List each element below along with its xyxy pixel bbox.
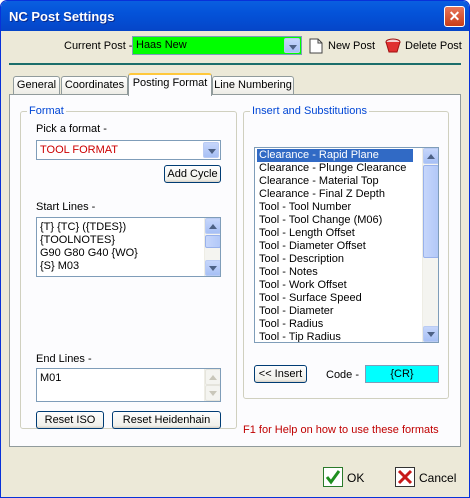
insert-substitutions-group: Insert and Substitutions Clearance - Rap… [243,105,449,399]
pick-format-label: Pick a format - [36,123,107,135]
ok-button[interactable]: OK [323,467,365,487]
tab-line-numbering[interactable]: Line Numbering [212,76,294,95]
reset-iso-button[interactable]: Reset ISO [36,411,104,429]
scroll-thumb[interactable] [205,235,220,248]
scroll-up-icon[interactable] [205,369,220,385]
scroll-down-icon[interactable] [205,260,220,276]
new-post-label: New Post [328,40,376,52]
list-item[interactable]: Tool - Surface Speed [257,292,413,305]
list-item[interactable]: Tool - Radius [257,318,413,331]
close-button[interactable]: ✕ [444,6,465,27]
start-line: {T} {TC} ({TDES}) [40,221,127,233]
help-text: F1 for Help on how to use these formats [243,424,439,436]
list-item[interactable]: Clearance - Material Top [257,175,413,188]
format-group: Format Pick a format - TOOL FORMAT Add C… [20,105,237,429]
start-line: {S} M03 [40,260,80,272]
list-item[interactable]: Clearance - Final Z Depth [257,188,413,201]
ok-label: OK [347,471,365,485]
start-lines-textarea[interactable]: {T} {TC} ({TDES}) {TOOLNOTES} G90 G80 G4… [36,217,221,277]
scroll-thumb[interactable] [423,165,438,258]
substitutions-list[interactable]: Clearance - Rapid Plane Clearance - Plun… [254,147,439,343]
cancel-button[interactable]: Cancel [395,467,457,487]
list-item[interactable]: Clearance - Plunge Clearance [257,162,413,175]
scroll-up-icon[interactable] [423,148,438,164]
tab-posting-format[interactable]: Posting Format [128,73,212,96]
current-post-value: Haas New [136,39,187,51]
reset-heidenhain-button[interactable]: Reset Heidenhain [112,411,221,429]
list-item[interactable]: Tool - Tool Number [257,201,413,214]
list-item[interactable]: Clearance - Rapid Plane [257,149,413,162]
start-lines-scrollbar[interactable] [204,218,220,276]
end-lines-content: M01 [40,372,61,385]
nc-post-settings-window: NC Post Settings ✕ Current Post - Haas N… [0,0,470,498]
format-group-title: Format [27,105,66,117]
list-item[interactable]: Tool - Diameter [257,305,413,318]
list-item[interactable]: Tool - Description [257,253,413,266]
scroll-up-icon[interactable] [205,218,220,234]
list-item[interactable]: Tool - Tip Radius [257,331,413,342]
delete-post-label: Delete Post [405,40,462,52]
start-lines-label: Start Lines - [36,201,96,213]
substitutions-scrollbar[interactable] [422,148,438,342]
end-line: M01 [40,372,62,384]
scroll-down-icon[interactable] [205,385,220,401]
list-item[interactable]: Tool - Diameter Offset [257,240,413,253]
pick-format-value: TOOL FORMAT [40,144,119,156]
pick-format-dropdown[interactable]: TOOL FORMAT [36,140,221,160]
start-line: G90 G80 G40 {WO} [40,247,138,259]
end-lines-label: End Lines - [36,353,92,365]
end-lines-scrollbar[interactable] [204,369,220,401]
list-item[interactable]: Tool - Tool Change (M06) [257,214,413,227]
insert-button[interactable]: << Insert [254,365,307,383]
delete-bucket-icon [385,38,401,53]
start-line: {TOOLNOTES} [40,234,115,246]
tab-general[interactable]: General [13,76,60,95]
code-label: Code - [326,369,360,381]
window-title: NC Post Settings [9,9,115,24]
new-document-icon [309,38,323,54]
delete-post-button[interactable]: Delete Post [385,36,463,56]
posting-format-panel: Format Pick a format - TOOL FORMAT Add C… [9,95,461,447]
new-post-button[interactable]: New Post [308,36,378,56]
code-field[interactable]: {CR} [365,365,439,383]
chevron-down-icon[interactable] [284,38,300,53]
end-lines-textarea[interactable]: M01 [36,368,221,402]
current-post-label: Current Post - [64,40,133,52]
title-bar: NC Post Settings ✕ [1,1,469,31]
cancel-label: Cancel [419,471,457,485]
header-divider [9,63,461,65]
list-item[interactable]: Tool - Work Offset [257,279,413,292]
chevron-down-icon[interactable] [203,142,219,158]
tab-coordinates[interactable]: Coordinates [61,76,128,95]
list-item[interactable]: Tool - Length Offset [257,227,413,240]
list-item[interactable]: Tool - Notes [257,266,413,279]
add-cycle-button[interactable]: Add Cycle [164,165,221,183]
current-post-dropdown[interactable]: Haas New [132,36,302,55]
scroll-down-icon[interactable] [423,326,438,342]
insert-group-title: Insert and Substitutions [250,105,369,117]
start-lines-content: {T} {TC} ({TDES}) {TOOLNOTES} G90 G80 G4… [40,221,138,273]
cancel-x-icon [395,467,415,487]
checkmark-icon [323,467,343,487]
